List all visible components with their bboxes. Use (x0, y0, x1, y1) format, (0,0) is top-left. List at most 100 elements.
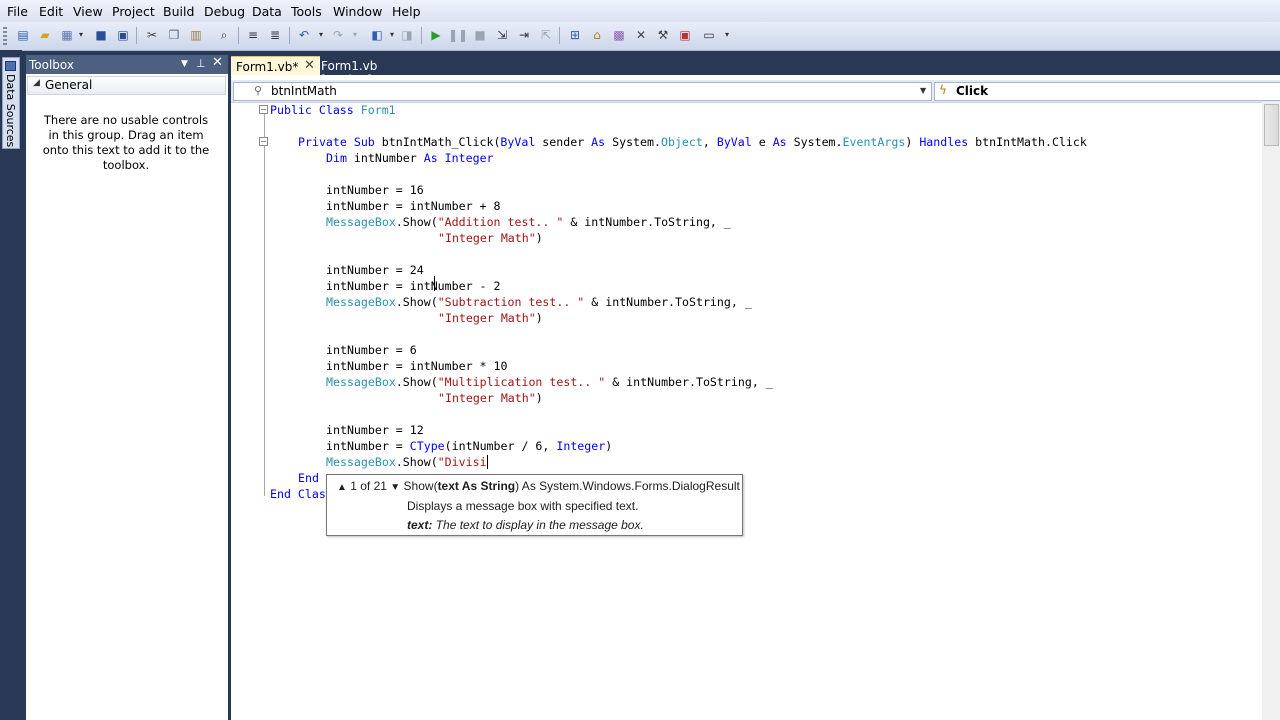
code-line[interactable]: End (298, 470, 319, 486)
control-icon: ⚲ (254, 84, 263, 97)
undo-icon[interactable]: ↶ (296, 27, 312, 43)
menu-debug[interactable]: Debug (204, 4, 245, 19)
solution-explorer-icon[interactable]: ⊞ (567, 27, 583, 43)
menu-tools[interactable]: Tools (291, 4, 322, 19)
stop-debugging-icon[interactable]: ■ (472, 27, 488, 43)
menu-data[interactable]: Data (252, 4, 282, 19)
menu-help[interactable]: Help (392, 4, 421, 19)
save-all-icon[interactable]: ▣ (115, 27, 131, 43)
code-line[interactable]: intNumber = intNumber + 8 (326, 198, 501, 214)
toolbox-title-bar: Toolbox ▼ ⊥ ✕ (26, 55, 228, 74)
previous-overload-icon[interactable]: ▲ (337, 482, 347, 493)
signature-name: Show( (403, 479, 438, 493)
navigate-backward-dropdown-icon[interactable]: ▾ (384, 27, 400, 43)
collapse-sub-icon[interactable]: − (259, 137, 268, 146)
tab-form1-design[interactable]: Form1.vb [Design]* (320, 56, 430, 87)
left-dock-strip (0, 50, 22, 720)
new-project-icon[interactable]: ▤ (15, 27, 31, 43)
navigate-backward-icon[interactable]: ◧ (369, 27, 385, 43)
code-line[interactable]: "Integer Math") (438, 310, 543, 326)
document-tab-strip: Form1.vb* ✕ Form1.vb [Design]* (231, 55, 1280, 87)
menu-window[interactable]: Window (333, 4, 382, 19)
code-line[interactable]: MessageBox.Show("Addition test.. " & int… (326, 214, 731, 230)
code-line[interactable]: intNumber = 24 (326, 262, 424, 278)
toolbar-separator (559, 27, 560, 44)
parameter-info-tooltip: ▲ 1 of 21 ▼ Show(text As String) As Syst… (326, 474, 743, 536)
toolbox-group-general[interactable]: ◢ General (27, 76, 226, 95)
auto-hide-pin-icon[interactable]: ⊥ (196, 57, 206, 70)
comment-icon[interactable]: ≡ (245, 27, 261, 43)
close-tab-icon[interactable]: ✕ (304, 58, 315, 73)
toolbar-grip[interactable] (3, 27, 7, 45)
code-line[interactable]: intNumber = intNumber - 2 (326, 278, 501, 294)
code-line[interactable]: End Clas (270, 486, 326, 502)
start-debugging-icon[interactable]: ▶ (428, 27, 444, 43)
command-window-icon[interactable]: ▭ (701, 27, 717, 43)
code-line[interactable]: Dim intNumber As Integer (326, 150, 494, 166)
vertical-scrollbar[interactable] (1262, 102, 1280, 720)
signature-return: ) As System.Windows.Forms.DialogResult (515, 479, 740, 493)
class-name-value: btnIntMath (271, 84, 337, 98)
method-name-dropdown[interactable]: ϟ Click (934, 82, 1280, 101)
open-file-icon[interactable]: ▰ (37, 27, 53, 43)
paste-icon[interactable]: ▥ (188, 27, 204, 43)
code-line[interactable]: "Integer Math") (438, 230, 543, 246)
code-line[interactable]: intNumber = 16 (326, 182, 424, 198)
menu-edit[interactable]: Edit (39, 4, 63, 19)
standard-toolbar: ▤ ▰ ▦ ▾ ■ ▣ ✂ ❐ ▥ ⌕ ≡ ≣ ↶ ▾ ↷ ▾ ◧ ▾ ◨ ▶ … (0, 22, 1280, 51)
tab-form1-vb[interactable]: Form1.vb* ✕ (231, 56, 320, 76)
indicator-margin[interactable] (231, 103, 247, 720)
window-position-icon[interactable]: ▼ (181, 59, 188, 69)
properties-icon[interactable]: ⌂ (589, 27, 605, 43)
event-lightning-icon: ϟ (939, 83, 947, 97)
dropdown-arrow-icon[interactable]: ▼ (920, 86, 926, 95)
code-line[interactable]: MessageBox.Show("Subtraction test.. " & … (326, 294, 752, 310)
step-into-icon[interactable]: ⇲ (494, 27, 510, 43)
collapse-class-icon[interactable]: − (259, 105, 268, 114)
code-line[interactable]: "Integer Math") (438, 390, 543, 406)
tab-label: Form1.vb* (236, 60, 299, 74)
data-sources-tab[interactable]: Data Sources (2, 57, 20, 149)
step-over-icon[interactable]: ⇥ (516, 27, 532, 43)
error-list-icon[interactable]: ⚒ (655, 27, 671, 43)
next-overload-icon[interactable]: ▼ (390, 482, 400, 493)
redo-dropdown-icon[interactable]: ▾ (347, 27, 363, 43)
code-line[interactable]: Public Class Form1 (270, 102, 396, 118)
code-editor[interactable]: ⚲ btnIntMath ▼ ϟ Click − − Public Class … (231, 75, 1280, 720)
object-browser-icon[interactable]: ▩ (611, 27, 627, 43)
menu-build[interactable]: Build (163, 4, 194, 19)
code-line[interactable]: intNumber = CType(intNumber / 6, Integer… (326, 438, 612, 454)
toolbox-panel: Toolbox ▼ ⊥ ✕ ◢ General There are no usa… (26, 55, 228, 720)
class-name-dropdown[interactable]: ⚲ btnIntMath ▼ (233, 82, 932, 101)
add-item-dropdown-icon[interactable]: ▾ (73, 27, 89, 43)
code-line[interactable]: intNumber = 12 (326, 422, 424, 438)
code-line[interactable]: MessageBox.Show("Divisi (326, 454, 488, 470)
step-out-icon[interactable]: ⇱ (538, 27, 554, 43)
menu-project[interactable]: Project (112, 4, 155, 19)
menu-file[interactable]: File (7, 4, 28, 19)
navigate-forward-icon[interactable]: ◨ (399, 27, 415, 43)
database-icon (5, 61, 16, 71)
undo-dropdown-icon[interactable]: ▾ (313, 27, 329, 43)
close-icon[interactable]: ✕ (212, 55, 223, 70)
output-icon[interactable]: ▣ (677, 27, 693, 43)
save-icon[interactable]: ■ (93, 27, 109, 43)
find-icon[interactable]: ⌕ (216, 27, 232, 43)
toolbar-overflow-icon[interactable]: ▾ (719, 27, 735, 43)
code-line[interactable]: intNumber = intNumber * 10 (326, 358, 507, 374)
collapse-arrow-icon[interactable]: ◢ (33, 78, 40, 88)
cut-icon[interactable]: ✂ (144, 27, 160, 43)
redo-icon[interactable]: ↷ (330, 27, 346, 43)
menu-view[interactable]: View (73, 4, 103, 19)
break-all-icon[interactable]: ❚❚ (448, 27, 468, 43)
toolbox-icon[interactable]: ✕ (633, 27, 649, 43)
toolbox-empty-message[interactable]: There are no usable controls in this gro… (38, 113, 214, 173)
copy-icon[interactable]: ❐ (166, 27, 182, 43)
uncomment-icon[interactable]: ≣ (267, 27, 283, 43)
method-name-value: Click (956, 84, 989, 98)
code-line[interactable]: intNumber = 6 (326, 342, 417, 358)
code-line[interactable]: Private Sub btnIntMath_Click(ByVal sende… (298, 134, 1087, 150)
scrollbar-thumb[interactable] (1264, 104, 1279, 146)
code-line[interactable]: MessageBox.Show("Multiplication test.. "… (326, 374, 773, 390)
outlining-line (264, 109, 265, 496)
